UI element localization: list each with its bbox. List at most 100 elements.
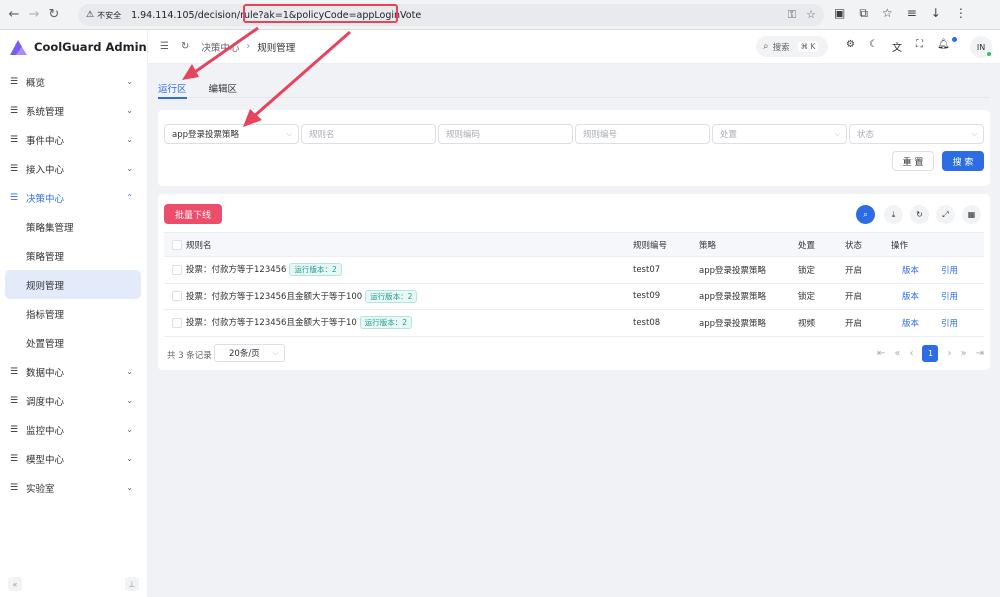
disposal-cell: 锁定 (798, 265, 816, 276)
batch-offline-button[interactable]: 批量下线 (164, 204, 222, 224)
sidebar-item-data[interactable]: ☰ 数据中心 ⌄ (0, 357, 147, 386)
version-link[interactable]: 版本 (902, 317, 919, 329)
first-page-icon[interactable]: ⇤ (877, 348, 885, 359)
version-link[interactable]: 版本 (902, 264, 919, 276)
sidebar-item-system[interactable]: ☰ 系统管理 ⌄ (0, 96, 147, 125)
status-placeholder: 状态 (857, 130, 875, 140)
fullscreen-icon[interactable]: ⤢ (936, 205, 955, 224)
bell-icon[interactable]: 🔔︎ (937, 39, 950, 54)
sidebar-item-lab[interactable]: ☰ 实验室 ⌄ (0, 473, 147, 502)
reading-list-icon[interactable]: ≡ (907, 6, 917, 21)
last-page-icon[interactable]: ⇥ (976, 348, 984, 359)
column-header: 操作 (891, 240, 909, 251)
sidebar-subitem-indicator[interactable]: 指标管理 (0, 299, 147, 328)
version-tag: 运行版本：2 (365, 289, 418, 303)
fullscreen-icon[interactable]: ⛶ (916, 39, 923, 54)
search-shortcut: ⌘ K (797, 41, 819, 52)
rule-code-cell: test09 (633, 291, 661, 302)
row-checkbox[interactable] (172, 317, 182, 328)
refresh-icon[interactable]: ↻ (910, 205, 929, 224)
rule-name-input[interactable]: 规则名 (301, 124, 436, 144)
puzzle-icon[interactable]: ⧉ (859, 6, 868, 21)
version-link[interactable]: 版本 (902, 290, 919, 302)
column-header[interactable]: 规则编号 (633, 239, 667, 251)
toggle-search-icon[interactable]: ⌕ (856, 205, 875, 224)
forward-arrow-icon[interactable]: → (24, 5, 44, 25)
prev-group-icon[interactable]: « (894, 348, 900, 359)
collapse-sidebar-icon[interactable]: « (8, 577, 22, 591)
browser-extensions: ▣ ⧉ ☆ ≡ ↓ ⋮ (834, 6, 967, 21)
reference-link[interactable]: 引用 (941, 317, 958, 329)
page-number-current[interactable]: 1 (922, 345, 939, 362)
sidebar-item-monitor[interactable]: ☰ 监控中心 ⌄ (0, 415, 147, 444)
tab-editing[interactable]: 编辑区 (209, 74, 238, 98)
address-bar[interactable]: ⚠ 不安全 1.94.114.105/decision/rule ?ak=1&po… (78, 4, 824, 26)
rule-no-input[interactable]: 规则编号 (575, 124, 710, 144)
column-header[interactable]: 处置 (798, 239, 815, 251)
page-size-select[interactable]: 20条/页 ⌵ (214, 344, 285, 362)
refresh-icon[interactable]: ↻ (181, 41, 189, 52)
sidebar-subitem-rule[interactable]: 规则管理 (5, 270, 141, 299)
back-arrow-icon[interactable]: ← (4, 5, 24, 25)
chevron-down-icon: ⌄ (126, 396, 133, 405)
status-select[interactable]: 状态 ⌵ (849, 124, 984, 144)
global-search[interactable]: ⌕ 搜索 ⌘ K (756, 36, 828, 57)
sidebar-item-events[interactable]: ☰ 事件中心 ⌄ (0, 125, 147, 154)
sidebar-item-label: 调度中心 (26, 396, 65, 408)
column-header[interactable]: 策略 (699, 239, 716, 251)
column-header[interactable]: 规则名 (186, 239, 212, 251)
search-label: 搜索 (772, 42, 790, 53)
key-icon[interactable]: ⚿ (788, 8, 796, 22)
tab-running[interactable]: 运行区 (158, 74, 187, 99)
hamburger-icon[interactable]: ☰ (160, 41, 169, 52)
select-all-checkbox[interactable] (172, 239, 182, 250)
star-icon[interactable]: ☆ (882, 6, 893, 21)
rule-code-input[interactable]: 规则编码 (438, 124, 573, 144)
reload-icon[interactable]: ↻ (44, 5, 64, 25)
chevron-down-icon: ⌄ (126, 425, 133, 434)
column-settings-icon[interactable]: ▦ (962, 205, 981, 224)
prev-page-icon[interactable]: ‹ (909, 348, 913, 359)
app-logo[interactable]: CoolGuard Admin (0, 30, 147, 64)
language-icon[interactable]: 文 (892, 39, 902, 54)
download-icon[interactable]: ↓ (931, 6, 941, 21)
sidebar-item-access[interactable]: ☰ 接入中心 ⌄ (0, 154, 147, 183)
sidebar: CoolGuard Admin ☰ 概览 ⌄ ☰ 系统管理 ⌄ ☰ 事件中心 ⌄ ☰ 接入中心… (0, 30, 148, 597)
next-group-icon[interactable]: » (960, 348, 966, 359)
next-page-icon[interactable]: › (947, 348, 951, 359)
chevron-down-icon: ⌵ (834, 129, 840, 138)
sidebar-item-schedule[interactable]: ☰ 调度中心 ⌄ (0, 386, 147, 415)
online-status-dot (986, 51, 992, 57)
sidebar-item-model[interactable]: ☰ 模型中心 ⌄ (0, 444, 147, 473)
extension-icon[interactable]: ▣ (834, 6, 845, 21)
export-download-icon[interactable]: ⤓ (884, 205, 903, 224)
rule-code-placeholder: 规则编码 (446, 130, 481, 140)
search-button[interactable]: 搜 索 (942, 151, 984, 171)
policy-cell: app登录投票策略 (699, 265, 767, 276)
column-header[interactable]: 状态 (845, 239, 862, 251)
sidebar-subitem-policy[interactable]: 策略管理 (0, 241, 147, 270)
status-cell: 开启 (845, 318, 863, 329)
avatar[interactable]: IN (970, 36, 992, 58)
menu-dots-icon[interactable]: ⋮ (955, 6, 967, 21)
row-checkbox[interactable] (172, 291, 182, 302)
disposal-select[interactable]: 处置 ⌵ (712, 124, 847, 144)
reference-link[interactable]: 引用 (941, 264, 958, 276)
version-tag: 运行版本：2 (289, 263, 342, 277)
breadcrumb-parent[interactable]: 决策中心 (201, 40, 239, 54)
rule-name: 投票：付款方等于123456 (186, 265, 287, 276)
sidebar-item-decision[interactable]: ☰ 决策中心 ⌃ (0, 183, 147, 212)
reset-button[interactable]: 重 置 (892, 151, 934, 171)
sidebar-subitem-policy-set[interactable]: 策略集管理 (0, 212, 147, 241)
settings-gear-icon[interactable]: ⚙ (846, 39, 855, 54)
policy-select[interactable]: app登录投票策略 ⌵ (164, 124, 299, 144)
bookmark-star-icon[interactable]: ☆ (806, 8, 816, 22)
row-checkbox[interactable] (172, 264, 182, 275)
breadcrumb: 决策中心 › 规则管理 (201, 40, 295, 54)
sidebar-subitem-disposal[interactable]: 处置管理 (0, 328, 147, 357)
chevron-down-icon: ⌄ (126, 454, 133, 463)
pin-icon[interactable]: ⊥ (125, 577, 139, 591)
reference-link[interactable]: 引用 (941, 290, 958, 302)
sidebar-item-overview[interactable]: ☰ 概览 ⌄ (0, 67, 147, 96)
dark-mode-moon-icon[interactable]: ☾ (869, 39, 878, 54)
